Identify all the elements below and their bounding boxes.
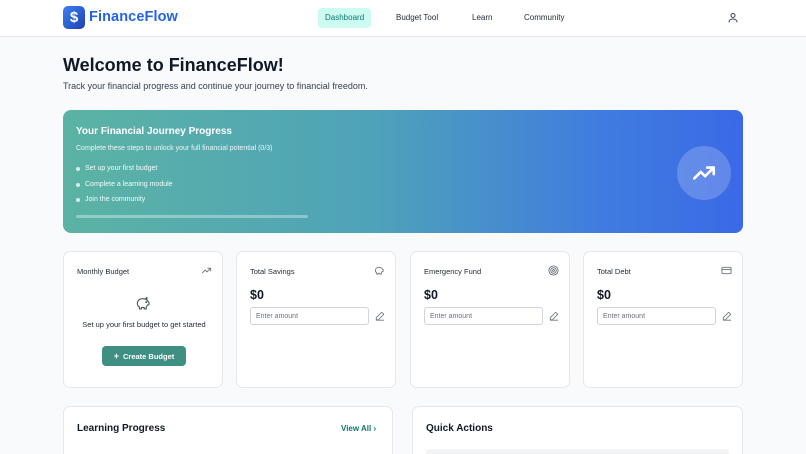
credit-card-icon: [721, 266, 732, 275]
create-budget-label: Create Budget: [123, 351, 175, 361]
nav-community[interactable]: Community: [517, 8, 571, 28]
trending-up-icon: [201, 267, 212, 274]
quick-action-item[interactable]: [426, 449, 729, 454]
journey-icon-circle: [677, 146, 731, 200]
card-value: $0: [597, 288, 611, 302]
emergency-fund-card: Emergency Fund $0: [410, 251, 570, 388]
chevron-right-icon: ›: [373, 424, 377, 433]
brand-name[interactable]: FinanceFlow: [89, 9, 178, 25]
trending-up-icon: [692, 166, 716, 180]
panel-title: Learning Progress: [77, 423, 166, 434]
view-all-label: View All: [341, 424, 372, 433]
bullet-dot: [76, 197, 80, 202]
panel-title: Quick Actions: [426, 423, 493, 434]
bullet-dot: [76, 166, 80, 171]
top-navbar: $ FinanceFlow Dashboard Budget Tool Lear…: [0, 0, 806, 37]
journey-progress-bar: [76, 215, 308, 218]
journey-step-label: Join the community: [85, 196, 146, 203]
bullet-dot: [76, 182, 80, 187]
journey-title: Your Financial Journey Progress: [76, 126, 232, 137]
piggy-bank-icon: [136, 296, 150, 310]
create-budget-button[interactable]: + Create Budget: [102, 346, 186, 366]
plus-icon: +: [113, 351, 119, 361]
total-savings-card: Total Savings $0: [236, 251, 396, 388]
card-label: Emergency Fund: [424, 267, 482, 276]
pencil-icon[interactable]: [375, 311, 385, 321]
journey-step-label: Complete a learning module: [85, 181, 173, 188]
logo-dollar-icon[interactable]: $: [63, 6, 85, 29]
savings-amount-input[interactable]: [250, 307, 369, 325]
journey-step: Complete a learning module: [76, 181, 173, 188]
nav-learn[interactable]: Learn: [465, 8, 499, 28]
learning-progress-panel: Learning Progress View All ›: [63, 406, 393, 454]
page-subtitle: Track your financial progress and contin…: [63, 81, 368, 91]
nav-budget-tool[interactable]: Budget Tool: [389, 8, 445, 28]
budget-empty-text: Set up your first budget to get started: [82, 320, 206, 329]
monthly-budget-card: Monthly Budget Set up your first budget …: [63, 251, 223, 388]
total-debt-card: Total Debt $0: [583, 251, 743, 388]
target-icon: [548, 265, 559, 276]
card-label: Total Debt: [597, 267, 631, 276]
card-label: Monthly Budget: [77, 267, 130, 276]
card-value: $0: [424, 288, 438, 302]
pencil-icon[interactable]: [722, 311, 732, 321]
journey-description: Complete these steps to unlock your full…: [76, 145, 273, 152]
emergency-amount-input[interactable]: [424, 307, 543, 325]
pencil-icon[interactable]: [549, 311, 559, 321]
card-label: Total Savings: [250, 267, 295, 276]
journey-step: Set up your first budget: [76, 165, 157, 172]
debt-amount-input[interactable]: [597, 307, 716, 325]
user-icon[interactable]: [727, 11, 739, 24]
journey-step-label: Set up your first budget: [85, 165, 158, 172]
page-title: Welcome to FinanceFlow!: [63, 55, 284, 75]
journey-step: Join the community: [76, 196, 145, 203]
piggy-bank-icon: [374, 266, 384, 275]
nav-dashboard[interactable]: Dashboard: [318, 8, 372, 28]
journey-progress-banner: Your Financial Journey Progress Complete…: [63, 110, 743, 233]
quick-actions-panel: Quick Actions: [412, 406, 743, 454]
card-value: $0: [250, 288, 264, 302]
view-all-link[interactable]: View All ›: [341, 424, 376, 433]
